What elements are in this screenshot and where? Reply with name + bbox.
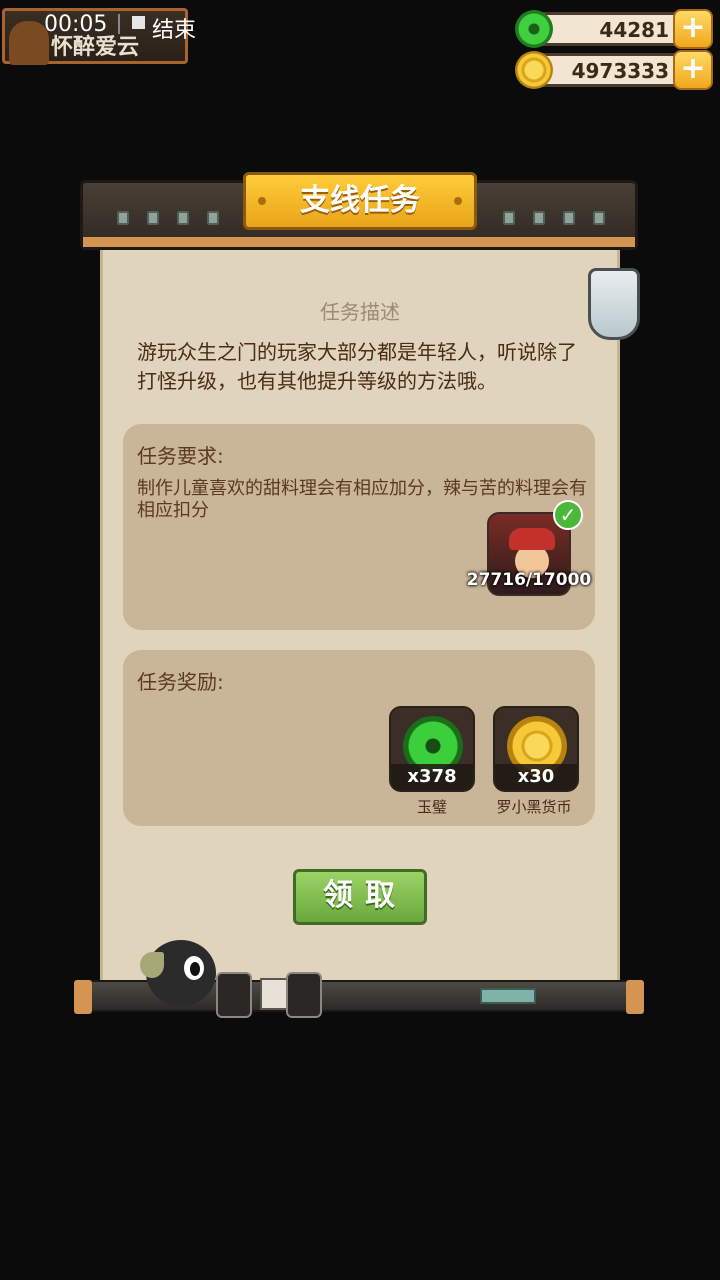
add-coin-button[interactable]: + [673, 50, 713, 90]
record-timer: 00:05 [44, 12, 108, 37]
mascot-pupil [190, 962, 200, 976]
requirement-progress: 27716/17000 [466, 570, 592, 590]
panel-title: 支线任务 [243, 172, 477, 230]
reward-box: 任务奖励: x378 玉璧 x30 罗小黑货币 [123, 650, 595, 826]
description-text: 游玩众生之门的玩家大部分都是年轻人，听说除了打怪升级，也有其他提升等级的方法哦。 [137, 340, 577, 393]
scroll-pin [593, 211, 605, 225]
claim-button[interactable]: 领取 [293, 869, 427, 925]
jade-disc-icon [515, 10, 553, 48]
reward-name: 玉璧 [416, 798, 447, 816]
chef-hat [509, 528, 555, 550]
scroll-handle-right [286, 972, 322, 1018]
scroll-pin [147, 211, 159, 225]
scroll-end-cap [74, 980, 92, 1014]
scroll-pin [563, 211, 575, 225]
player-avatar [9, 21, 49, 65]
record-divider [118, 14, 120, 34]
reward-item-jade[interactable]: x378 [389, 706, 475, 792]
scroll-pin [503, 211, 515, 225]
scroll-pin [177, 211, 189, 225]
requirement-box: 任务要求: 制作儿童喜欢的甜料理会有相应加分，辣与苦的料理会有相应扣分 ✓ 27… [123, 424, 595, 630]
scroll-pin [533, 211, 545, 225]
scroll-end-cap [626, 980, 644, 1014]
requirement-title: 任务要求: [137, 444, 224, 468]
record-end-button[interactable]: 结束 [152, 12, 196, 44]
coin-currency-bar: 4973333 + [515, 50, 713, 90]
scroll-pin [117, 211, 129, 225]
reward-qty: x30 [495, 764, 577, 790]
check-icon: ✓ [553, 500, 583, 530]
reward-item-coin[interactable]: x30 [493, 706, 579, 792]
scroll-pin [207, 211, 219, 225]
coin-amount: 4973333 [571, 59, 669, 83]
mascot-ear [140, 952, 164, 978]
reward-name: 罗小黑货币 [496, 798, 572, 816]
scroll-gauge [480, 988, 536, 1004]
scroll-handle-left [216, 972, 252, 1018]
jade-amount: 44281 [599, 18, 669, 42]
add-jade-button[interactable]: + [673, 9, 713, 49]
description-title: 任务描述 [320, 300, 400, 324]
reward-title: 任务奖励: [137, 670, 224, 694]
stop-icon[interactable] [132, 16, 145, 29]
black-cat-mascot [140, 940, 216, 1020]
reward-qty: x378 [391, 764, 473, 790]
gold-coin-icon [515, 51, 553, 89]
jade-currency-bar: 44281 + [515, 9, 713, 49]
scroll-rail [83, 237, 635, 247]
